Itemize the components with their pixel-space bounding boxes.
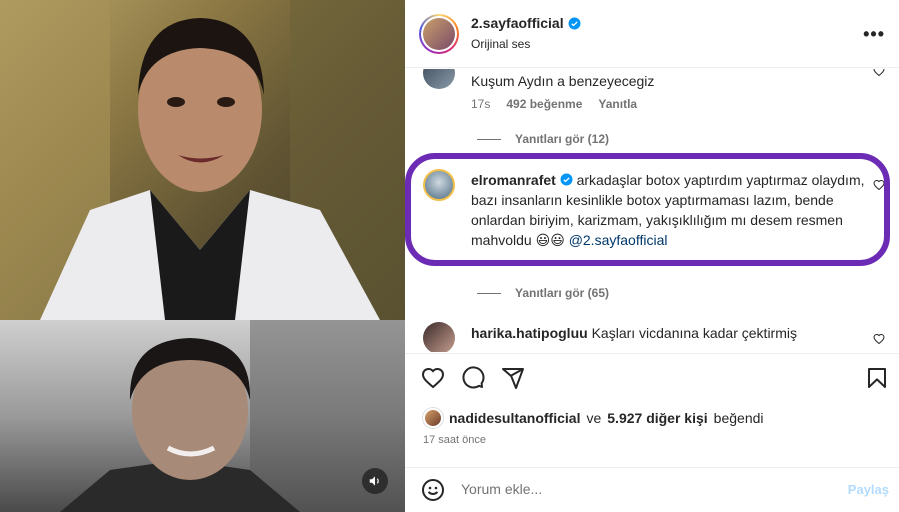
sound-toggle-button[interactable]	[362, 468, 388, 494]
reply-button[interactable]: Yanıtla	[598, 97, 637, 111]
likes-count[interactable]: 5.927 diğer kişi	[607, 410, 707, 426]
post-time[interactable]: 17 saat önce	[423, 434, 486, 446]
photo-bottom	[0, 320, 405, 512]
post-media[interactable]	[0, 0, 405, 512]
comment-text: Kaşları vicdanına kadar çektirmiş	[591, 325, 797, 341]
emoji-icon[interactable]	[421, 478, 445, 502]
likes-summary: nadidesultanofficial ve 5.927 diğer kişi…	[423, 408, 764, 428]
comment-composer: Paylaş	[405, 467, 899, 512]
verified-badge-icon	[560, 173, 573, 186]
view-replies-button[interactable]: Yanıtları gör (12)	[477, 132, 609, 146]
commenter-avatar[interactable]	[423, 322, 455, 352]
comment-icon[interactable]	[461, 366, 485, 390]
commenter-avatar[interactable]	[423, 69, 455, 89]
verified-badge-icon	[568, 17, 581, 29]
more-options-icon[interactable]: •••	[863, 24, 885, 45]
comment-time: 17s	[471, 97, 491, 111]
bookmark-icon[interactable]	[865, 366, 889, 390]
photo-top	[0, 0, 405, 320]
post-actions: nadidesultanofficial ve 5.927 diğer kişi…	[405, 353, 899, 512]
like-comment-icon[interactable]	[873, 333, 885, 345]
comment-username[interactable]: harika.hatipogluu	[471, 325, 588, 341]
speaker-icon	[369, 476, 379, 486]
comment-meta: 17s 492 beğenme Yanıtla	[471, 97, 637, 111]
post-panel: 2.sayfaofficial Orijinal ses ••• Kuşum A…	[405, 0, 899, 512]
comment-emoji: 😃😃	[535, 232, 565, 248]
commenter-avatar[interactable]	[423, 169, 455, 201]
comment-input[interactable]	[461, 481, 821, 497]
author-username[interactable]: 2.sayfaofficial	[471, 15, 564, 31]
share-icon[interactable]	[501, 366, 525, 390]
liker-avatar[interactable]	[423, 408, 443, 428]
post-header: 2.sayfaofficial Orijinal ses •••	[405, 0, 899, 68]
like-comment-icon[interactable]	[873, 69, 885, 77]
comment-text: Kuşum Aydın a benzeyecegiz	[471, 73, 655, 89]
mention-link[interactable]: @2.sayfaofficial	[569, 232, 668, 248]
comment-username[interactable]: elromanrafet	[471, 172, 556, 188]
comment-likes[interactable]: 492 beğenme	[506, 97, 582, 111]
liker-username[interactable]: nadidesultanofficial	[449, 410, 580, 426]
audio-label[interactable]: Orijinal ses	[471, 37, 530, 51]
author-avatar[interactable]	[419, 14, 459, 54]
view-replies-button[interactable]: Yanıtları gör (65)	[477, 286, 609, 300]
comments-list[interactable]: Kuşum Aydın a benzeyecegiz 17s 492 beğen…	[405, 69, 899, 352]
like-heart-icon[interactable]	[421, 366, 445, 390]
post-comment-button[interactable]: Paylaş	[848, 482, 889, 497]
like-comment-icon[interactable]	[873, 179, 885, 191]
